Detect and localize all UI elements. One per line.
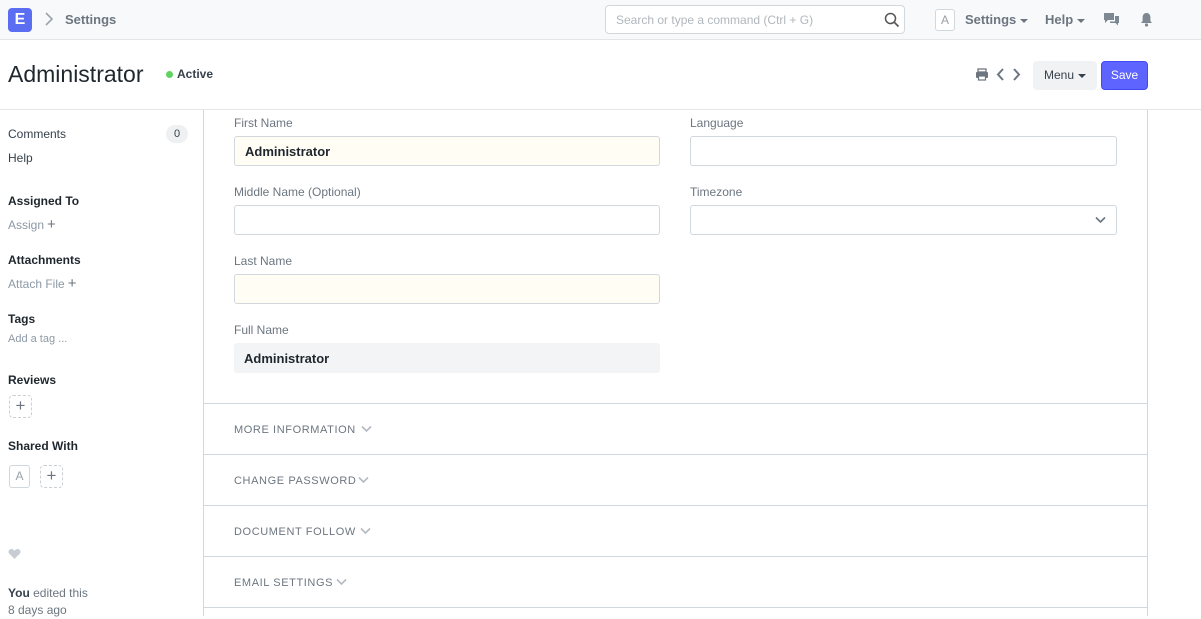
search-icon[interactable] [884, 12, 900, 28]
attach-file-label: Attach File [8, 277, 65, 291]
app-logo[interactable]: E [8, 8, 32, 32]
assigned-to-heading: Assigned To [8, 194, 80, 208]
section-email-settings[interactable]: EMAIL SETTINGS [204, 556, 1147, 607]
attach-file-link[interactable]: Attach File + [8, 275, 76, 292]
first-name-label: First Name [234, 116, 293, 130]
top-navbar: E Settings A Settings Help [0, 0, 1201, 40]
last-name-field[interactable] [234, 274, 660, 304]
chevron-down-icon [360, 527, 371, 535]
edited-by: You [8, 586, 30, 600]
chevron-down-icon [358, 476, 369, 484]
settings-dropdown-label: Settings [965, 12, 1017, 27]
last-name-label: Last Name [234, 254, 293, 268]
caret-down-icon [1077, 18, 1086, 23]
next-record-icon[interactable] [1012, 68, 1021, 81]
plus-icon: + [47, 216, 56, 233]
edited-text: edited this [33, 586, 88, 600]
help-dropdown-label: Help [1045, 12, 1074, 27]
edited-when: 8 days ago [8, 603, 67, 617]
full-name-label: Full Name [234, 323, 289, 337]
caret-down-icon [1078, 73, 1087, 78]
breadcrumb-chevron-icon [44, 12, 54, 26]
middle-name-field[interactable] [234, 205, 660, 235]
caret-down-icon [1020, 18, 1029, 23]
section-title: DOCUMENT FOLLOW [234, 526, 356, 538]
comments-count-badge: 0 [166, 125, 188, 143]
add-share-button[interactable]: + [40, 465, 63, 488]
last-edit-note: You edited this 8 days ago [8, 585, 88, 619]
status-indicator-dot [166, 71, 173, 78]
user-avatar[interactable]: A [935, 9, 955, 31]
menu-button[interactable]: Menu [1033, 61, 1097, 90]
sidebar-comments[interactable]: Comments [8, 127, 66, 141]
settings-dropdown[interactable]: Settings [965, 12, 1029, 27]
timezone-label: Timezone [690, 185, 743, 199]
shared-user-avatar[interactable]: A [9, 465, 30, 488]
previous-record-icon[interactable] [996, 68, 1005, 81]
add-review-button[interactable]: + [9, 395, 32, 418]
first-name-field[interactable] [234, 136, 660, 166]
full-name-value: Administrator [234, 343, 660, 373]
search-input[interactable] [606, 6, 866, 33]
add-tag-link[interactable]: Add a tag ... [8, 333, 67, 345]
section-title: CHANGE PASSWORD [234, 475, 357, 487]
reviews-heading: Reviews [8, 373, 57, 387]
tags-heading: Tags [8, 312, 36, 326]
chevron-down-icon [361, 425, 372, 433]
print-icon[interactable] [975, 68, 989, 81]
search-bar[interactable] [605, 5, 905, 34]
section-divider [204, 607, 1147, 616]
assign-label: Assign [8, 218, 45, 232]
assign-link[interactable]: Assign + [8, 216, 56, 233]
breadcrumb-settings[interactable]: Settings [65, 12, 116, 27]
language-field[interactable] [690, 136, 1117, 166]
notification-bell-icon[interactable] [1140, 12, 1153, 27]
help-dropdown[interactable]: Help [1045, 12, 1086, 27]
chat-icon[interactable] [1103, 12, 1120, 27]
status-badge: Active [177, 67, 214, 81]
sidebar-help[interactable]: Help [8, 151, 33, 165]
shared-with-heading: Shared With [8, 439, 78, 453]
section-more-information[interactable]: MORE INFORMATION [204, 403, 1147, 454]
like-heart-icon[interactable] [8, 548, 21, 560]
section-change-password[interactable]: CHANGE PASSWORD [204, 454, 1147, 505]
attachments-heading: Attachments [8, 253, 81, 267]
save-button[interactable]: Save [1101, 61, 1148, 90]
plus-icon: + [67, 275, 77, 292]
page-title: Administrator [8, 61, 144, 87]
section-title: MORE INFORMATION [234, 424, 356, 436]
menu-button-label: Menu [1043, 68, 1075, 82]
chevron-down-icon [1095, 216, 1106, 224]
chevron-down-icon [336, 578, 347, 586]
language-label: Language [690, 116, 744, 130]
section-document-follow[interactable]: DOCUMENT FOLLOW [204, 505, 1147, 556]
middle-name-label: Middle Name (Optional) [234, 185, 361, 199]
section-title: EMAIL SETTINGS [234, 577, 334, 589]
timezone-select[interactable] [690, 205, 1117, 235]
